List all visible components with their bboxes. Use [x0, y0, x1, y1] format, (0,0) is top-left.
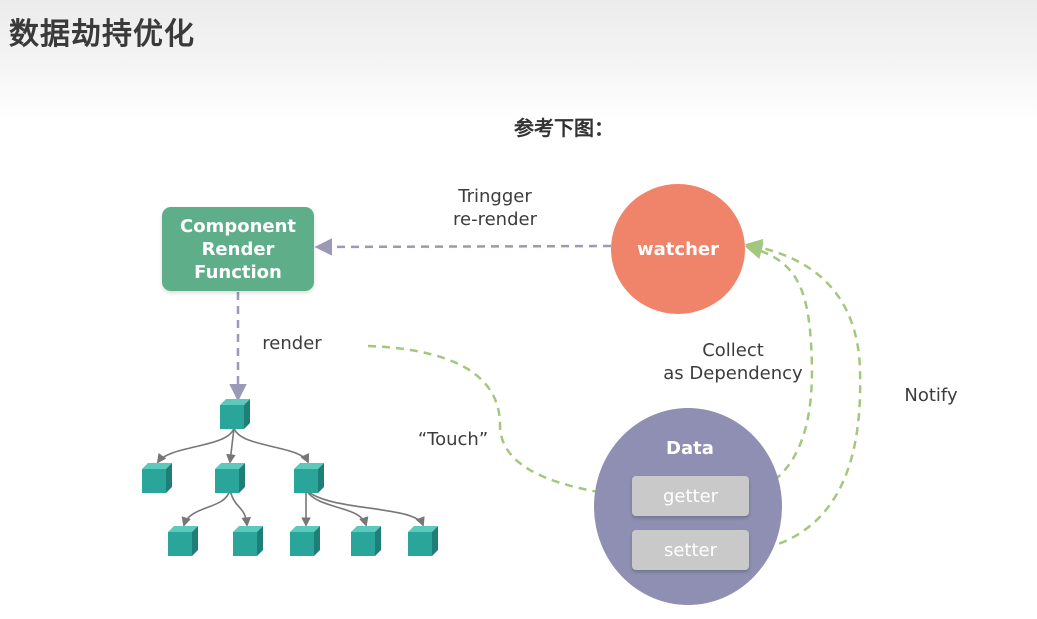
setter-pill: setter	[632, 530, 749, 570]
getter-pill: getter	[632, 476, 749, 516]
render-label: render	[262, 333, 322, 354]
notify-label: Notify	[904, 385, 958, 406]
trigger-label: Tringger re-render	[453, 186, 537, 230]
data-title: Data	[666, 438, 714, 459]
vnode-cube	[215, 463, 245, 493]
vnode-cube	[168, 526, 198, 556]
component-render-function-box: Component Render Function	[162, 207, 314, 291]
touch-label: “Touch”	[417, 429, 489, 450]
setter-label: setter	[663, 539, 718, 561]
vnode-cube	[351, 526, 381, 556]
vnode-cube	[142, 463, 172, 493]
vnode-cube	[220, 399, 250, 429]
vnode-cube	[290, 526, 320, 556]
getter-label: getter	[662, 485, 719, 507]
vnode-cube	[233, 526, 263, 556]
tree-connectors	[156, 427, 425, 527]
vnode-cube	[294, 463, 324, 493]
component-box-label: Component Render Function	[179, 215, 297, 283]
diagram-canvas	[142, 238, 862, 556]
watcher-label: watcher	[637, 238, 719, 260]
collect-label: Collect as Dependency	[663, 340, 803, 384]
trigger-arrow	[314, 238, 612, 256]
touch-arrow	[367, 344, 630, 503]
vnode-cube	[408, 526, 438, 556]
watcher-node: watcher	[611, 184, 745, 314]
